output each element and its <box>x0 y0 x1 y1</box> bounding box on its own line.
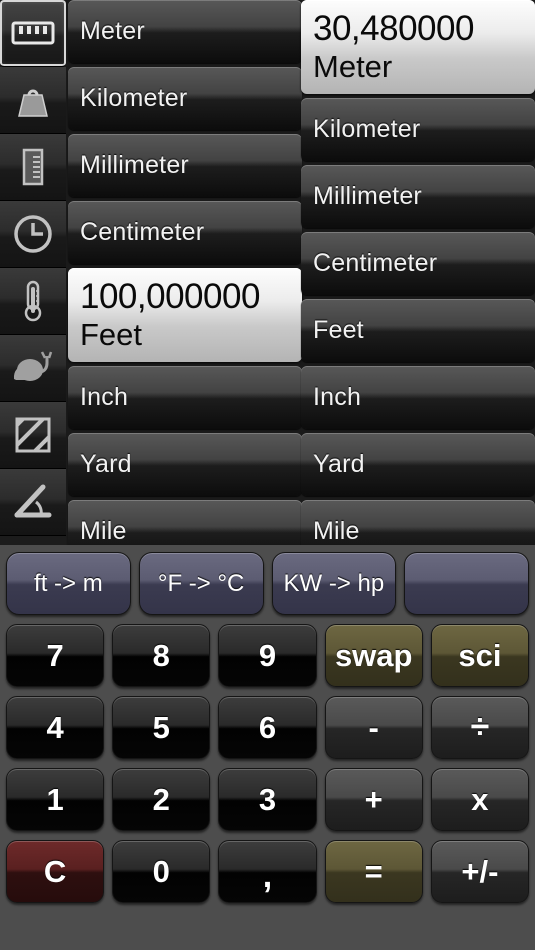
sidebar-item-length[interactable] <box>0 0 66 67</box>
sidebar-item-volume[interactable] <box>0 134 66 201</box>
key-4[interactable]: 4 <box>6 696 105 759</box>
sign-button[interactable]: +/- <box>430 840 530 903</box>
unit-name: Meter <box>313 49 393 84</box>
snail-icon <box>10 350 56 386</box>
key-6[interactable]: 6 <box>218 696 317 759</box>
unit-row[interactable]: Yard <box>68 433 302 496</box>
unit-value: 30,480000 <box>313 9 474 48</box>
keypad-row: C 0, = +/- <box>6 840 530 903</box>
key-3[interactable]: 3 <box>218 768 317 831</box>
unit-name: Feet <box>313 316 364 344</box>
unit-row[interactable]: Mile <box>68 500 302 545</box>
unit-name: Kilometer <box>313 115 421 143</box>
clock-icon <box>12 213 54 255</box>
unit-row[interactable]: Centimeter <box>301 232 535 295</box>
key-swap[interactable]: swap <box>324 624 423 687</box>
unit-row[interactable]: Kilometer <box>68 67 302 130</box>
hatched-square-icon <box>13 415 53 455</box>
sidebar-item-angle[interactable] <box>0 469 66 536</box>
unit-row[interactable]: Centimeter <box>68 201 302 264</box>
weight-icon <box>13 80 53 120</box>
unit-name: Feet <box>80 317 143 352</box>
sidebar-item-temperature[interactable] <box>0 268 66 335</box>
unit-name: Centimeter <box>313 249 438 277</box>
preset-button-1[interactable]: °F -> °C <box>138 552 264 615</box>
unit-row[interactable]: Yard <box>301 433 535 496</box>
unit-row[interactable]: Kilometer <box>301 98 535 161</box>
sidebar-item-area[interactable] <box>0 402 66 469</box>
keypad-row: 1 2 3 + x <box>6 768 530 831</box>
unit-name: Meter <box>80 17 145 45</box>
unit-value: 100,000000 <box>80 277 260 316</box>
clear-button[interactable]: C <box>6 840 105 903</box>
source-unit-column[interactable]: Meter Kilometer Millimeter Centimeter 100,00… <box>68 0 302 545</box>
minus-button[interactable]: - <box>324 696 423 759</box>
key-0[interactable]: 0 <box>112 840 211 903</box>
decimal-button[interactable]: , <box>218 840 317 903</box>
preset-button-empty[interactable] <box>404 552 529 615</box>
beaker-icon <box>16 146 50 188</box>
keypad-row: 7 8 9 swap sci <box>6 624 530 687</box>
sidebar-item-time[interactable] <box>0 201 66 268</box>
unit-row[interactable]: Millimeter <box>301 165 535 228</box>
multiply-button[interactable]: x <box>430 768 530 831</box>
keypad-panel: ft -> m °F -> °C KW -> hp 7 8 9 swap sci 4 5 6- ÷ 1 2… <box>0 545 535 950</box>
unit-row[interactable]: Meter <box>68 0 302 63</box>
app-root: Meter Kilometer Millimeter Centimeter 100,00… <box>0 0 535 950</box>
key-7[interactable]: 7 <box>6 624 105 687</box>
unit-name: Mile <box>313 517 360 545</box>
unit-row-selected[interactable]: 100,000000 Feet <box>68 268 302 362</box>
equals-button[interactable]: = <box>324 840 423 903</box>
unit-row[interactable]: Feet <box>301 299 535 362</box>
divide-button[interactable]: ÷ <box>430 696 530 759</box>
target-unit-column[interactable]: 30,480000 Meter Kilometer Millimeter Centime… <box>301 0 535 545</box>
ruler-icon <box>11 20 55 46</box>
sidebar-item-speed[interactable] <box>0 335 66 402</box>
preset-button-0[interactable]: ft -> m <box>6 552 131 615</box>
unit-name: Millimeter <box>80 151 189 179</box>
unit-row[interactable]: Inch <box>68 366 302 429</box>
category-sidebar <box>0 0 66 545</box>
key-5[interactable]: 5 <box>112 696 211 759</box>
sidebar-item-weight[interactable] <box>0 67 66 134</box>
thermometer-icon <box>20 279 46 323</box>
unit-name: Yard <box>313 450 365 478</box>
unit-name: Yard <box>80 450 132 478</box>
angle-icon <box>11 483 55 521</box>
unit-row[interactable]: Inch <box>301 366 535 429</box>
key-2[interactable]: 2 <box>112 768 211 831</box>
unit-name: Kilometer <box>80 84 188 112</box>
key-8[interactable]: 8 <box>112 624 211 687</box>
unit-row[interactable]: Mile <box>301 500 535 545</box>
plus-button[interactable]: + <box>324 768 423 831</box>
key-1[interactable]: 1 <box>6 768 105 831</box>
keypad-row: 4 5 6- ÷ <box>6 696 530 759</box>
preset-row: ft -> m °F -> °C KW -> hp <box>6 552 529 615</box>
unit-name: Mile <box>80 517 127 545</box>
unit-name: Inch <box>80 383 129 411</box>
unit-name: Centimeter <box>80 218 205 246</box>
unit-name: Inch <box>313 383 362 411</box>
unit-row[interactable]: Millimeter <box>68 134 302 197</box>
key-9[interactable]: 9 <box>218 624 317 687</box>
preset-button-2[interactable]: KW -> hp <box>271 552 397 615</box>
unit-list-area: Meter Kilometer Millimeter Centimeter 100,00… <box>0 0 535 545</box>
key-sci[interactable]: sci <box>430 624 530 687</box>
unit-row-selected[interactable]: 30,480000 Meter <box>301 0 535 94</box>
unit-name: Millimeter <box>313 182 422 210</box>
